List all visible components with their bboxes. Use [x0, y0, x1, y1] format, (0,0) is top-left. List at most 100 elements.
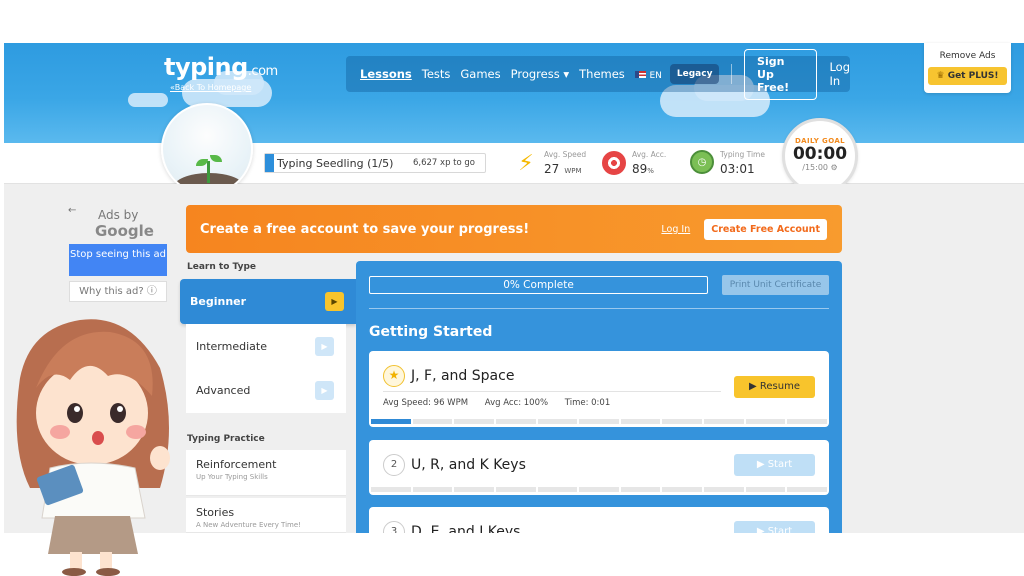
star-icon: ★: [383, 365, 405, 387]
progress-segment: [454, 419, 494, 424]
nav-progress[interactable]: Progress ▾: [511, 67, 570, 81]
remove-ads-box: Remove Ads ♛ Get PLUS!: [924, 43, 1011, 93]
lesson-time: Time: 0:01: [564, 398, 611, 408]
nav-themes[interactable]: Themes: [579, 67, 625, 81]
progress-segment: [620, 419, 661, 424]
typing-time-value: 03:01: [720, 162, 755, 176]
seedling-avatar: [161, 103, 253, 195]
level-beginner-label: Beginner: [190, 295, 247, 308]
get-plus-button[interactable]: ♛ Get PLUS!: [928, 67, 1007, 85]
progress-segment: [412, 419, 453, 424]
typing-time-label: Typing Time: [720, 150, 765, 159]
back-to-homepage-link[interactable]: «Back To Homepage: [170, 83, 251, 92]
us-flag-icon: [634, 71, 646, 78]
progress-segment: [662, 419, 703, 424]
seedling-leaf: [210, 155, 222, 162]
level-progress-fill: [265, 154, 274, 172]
avg-accuracy-stat: Avg. Acc. 89%: [602, 148, 666, 178]
level-advanced[interactable]: Advanced ▶: [186, 368, 346, 413]
logo-suffix: .com: [247, 64, 278, 79]
progress-segment: [704, 419, 744, 424]
why-this-ad-button[interactable]: Why this ad? ⓘ: [69, 281, 167, 302]
google-logo: Google: [95, 222, 154, 240]
back-arrow-icon[interactable]: ←: [68, 205, 76, 216]
nav-tests[interactable]: Tests: [422, 67, 451, 81]
xp-to-go: 6,627 xp to go: [413, 158, 475, 168]
progress-segment: [745, 419, 786, 424]
play-icon: ▶: [315, 381, 334, 400]
section-title: Getting Started: [369, 324, 493, 340]
learn-to-type-heading: Learn to Type: [187, 262, 256, 272]
language-label: EN: [649, 71, 662, 81]
language-selector[interactable]: EN: [634, 67, 662, 81]
level-intermediate[interactable]: Intermediate ▶: [186, 324, 346, 369]
level-advanced-label: Advanced: [196, 384, 251, 397]
practice-stories[interactable]: Stories A New Adventure Every Time!: [186, 498, 346, 533]
play-icon: ▶: [315, 336, 334, 356]
progress-segment: [579, 487, 619, 492]
legacy-toggle[interactable]: Legacy: [669, 64, 720, 84]
main-nav: Lessons Tests Games Progress ▾ Themes EN…: [346, 48, 850, 100]
avg-speed-unit: WPM: [564, 167, 582, 175]
level-progress-bar: Typing Seedling (1/5) 6,627 xp to go: [264, 153, 486, 173]
lessons-panel: 0% Complete Print Unit Certificate Getti…: [356, 261, 842, 533]
avg-accuracy-label: Avg. Acc.: [632, 150, 667, 159]
progress-segment: [662, 487, 703, 492]
practice-desc: A New Adventure Every Time!: [196, 521, 301, 529]
remove-ads-label: Remove Ads: [939, 51, 996, 61]
level-intermediate-label: Intermediate: [196, 339, 267, 353]
typing-time-stat: ◷ Typing Time 03:01: [690, 148, 765, 176]
progress-segment: [495, 419, 536, 424]
practice-desc: Up Your Typing Skills: [196, 473, 268, 481]
lesson-card[interactable]: 2 U, R, and K Keys ▶ Start: [369, 440, 829, 495]
practice-reinforcement[interactable]: Reinforcement Up Your Typing Skills: [186, 450, 346, 496]
cloud-decoration: [128, 93, 168, 107]
start-button[interactable]: ▶ Start: [734, 454, 815, 476]
avg-speed-value: 27: [544, 162, 560, 176]
daily-goal-value: 00:00: [792, 144, 848, 164]
nav-lessons[interactable]: Lessons: [360, 67, 412, 81]
lesson-title: J, F, and Space: [411, 368, 515, 384]
signup-button[interactable]: Sign Up Free!: [744, 48, 818, 100]
unit-progress-bar: 0% Complete: [369, 276, 708, 294]
stop-seeing-ad-button[interactable]: Stop seeing this ad: [69, 244, 167, 276]
level-label: Typing Seedling (1/5): [277, 156, 394, 170]
nav-games[interactable]: Games: [460, 67, 500, 81]
progress-segment: [787, 487, 828, 492]
banner-login-link[interactable]: Log In: [661, 224, 690, 235]
lesson-avg-acc: Avg Acc: 100%: [484, 398, 549, 408]
progress-segment: [371, 419, 411, 424]
lesson-divider: [383, 391, 721, 392]
login-link[interactable]: Log In: [829, 60, 850, 88]
lesson-progress-segments: [369, 487, 829, 492]
stopwatch-icon: ◷: [690, 150, 714, 174]
create-free-account-button[interactable]: Create Free Account: [704, 218, 827, 240]
progress-segment: [620, 487, 661, 492]
start-button[interactable]: ▶ Start: [734, 521, 815, 533]
print-certificate-button[interactable]: Print Unit Certificate: [722, 275, 829, 295]
lesson-stats: Avg Speed: 96 WPM Avg Acc: 100% Time: 0:…: [383, 398, 624, 408]
page: typing.com «Back To Homepage Lessons Tes…: [0, 0, 1024, 576]
avg-speed-label: Avg. Speed: [544, 150, 587, 159]
lesson-card[interactable]: 3 D, E, and I Keys ▶ Start: [369, 507, 829, 533]
progress-segment: [787, 419, 828, 424]
get-plus-label: Get PLUS!: [947, 71, 999, 81]
lesson-title: U, R, and K Keys: [411, 457, 526, 473]
practice-name: Stories: [196, 506, 235, 519]
create-account-banner: Create a free account to save your progr…: [186, 205, 842, 253]
daily-goal-target: /15:00 ⚙: [802, 163, 838, 172]
panel-divider: [369, 308, 829, 309]
level-beginner[interactable]: Beginner ▶: [180, 279, 356, 324]
resume-button[interactable]: ▶ Resume: [734, 376, 815, 398]
target-icon: [602, 151, 626, 175]
progress-segment: [371, 487, 411, 492]
nav-divider: [731, 64, 733, 84]
practice-name: Reinforcement: [196, 458, 277, 471]
progress-segment: [412, 487, 453, 492]
typing-practice-heading: Typing Practice: [187, 434, 265, 444]
progress-segment: [495, 487, 536, 492]
daily-goal[interactable]: DAILY GOAL 00:00 /15:00 ⚙: [782, 118, 858, 194]
site-logo[interactable]: typing.com: [164, 53, 278, 81]
lesson-card[interactable]: ★ J, F, and Space ▶ Resume Avg Speed: 96…: [369, 351, 829, 427]
crown-icon: ♛: [936, 71, 945, 81]
